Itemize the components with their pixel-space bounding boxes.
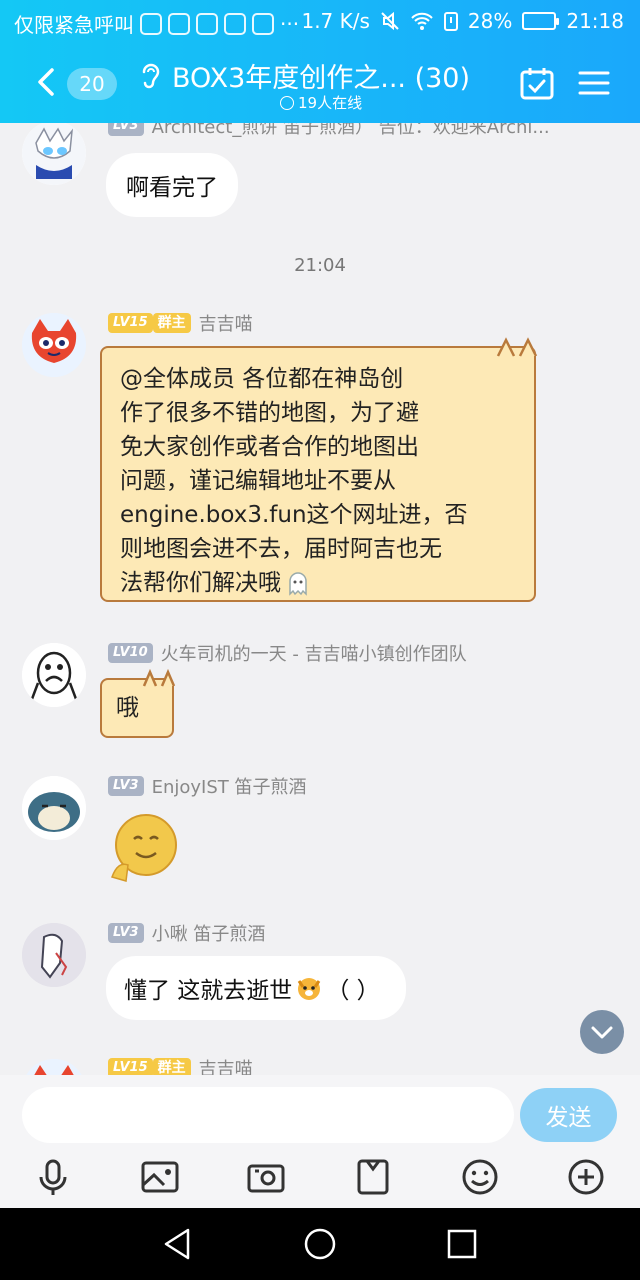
owner-badge: 群主 <box>152 1058 191 1075</box>
input-toolbar <box>0 1155 640 1208</box>
system-nav-bar <box>0 1208 640 1280</box>
send-button[interactable]: 发送 <box>520 1088 617 1142</box>
menu-icon[interactable] <box>578 70 610 96</box>
avatar[interactable] <box>22 313 86 377</box>
music-app-icon <box>196 12 218 35</box>
message-line: 作了很多不错的地图，为了避 <box>120 400 419 426</box>
message-text-suffix: （ ） <box>326 978 380 1004</box>
online-count: 19人在线 <box>298 94 363 112</box>
message-line: 法帮你们解决哦 <box>120 570 281 596</box>
sender-line: LV10 火车司机的一天 - 吉吉喵小镇创作团队 <box>108 640 467 666</box>
unread-count-badge[interactable]: 20 <box>67 68 117 100</box>
sender-line: LV15 群主 吉吉喵 <box>108 310 253 336</box>
nav-back-icon[interactable] <box>160 1226 196 1262</box>
network-speed: 1.7 K/s <box>301 9 370 33</box>
sender-name[interactable]: Architect_煎饼 笛子煎酒） 告位：欢迎来Archi... <box>152 123 550 139</box>
smiley-sticker[interactable] <box>102 807 184 889</box>
sender-line: LV15 群主 吉吉喵 <box>108 1055 253 1075</box>
back-button[interactable] <box>28 62 68 102</box>
camera-icon[interactable] <box>246 1157 286 1197</box>
store-app-icon <box>252 12 274 35</box>
sender-name[interactable]: 吉吉喵 <box>199 310 253 336</box>
battery-alert-icon <box>443 12 458 31</box>
mute-icon <box>381 11 399 31</box>
dog-emoji-icon <box>298 978 321 1000</box>
message-line: @全体成员 各位都在神岛创 <box>120 366 404 392</box>
level-badge: LV15 <box>108 1058 153 1075</box>
box-app-icon <box>224 12 246 35</box>
cat-ears-decoration <box>496 337 538 357</box>
level-badge: LV3 <box>108 923 144 943</box>
scroll-to-bottom-button[interactable] <box>580 1010 624 1062</box>
avatar[interactable] <box>22 123 86 185</box>
sender-line: LV3 小啾 笛子煎酒 <box>108 920 265 946</box>
input-bar: 发送 <box>0 1075 640 1155</box>
emoji-icon[interactable] <box>460 1157 500 1197</box>
plus-icon[interactable] <box>566 1157 606 1197</box>
sender-line: LV3 EnjoyIST 笛子煎酒 <box>108 773 307 799</box>
avatar[interactable] <box>22 643 86 707</box>
message-text: 啊看完了 <box>126 175 218 201</box>
chat-header: 20 BOX3年度创作之... (30) 19人在线 <box>0 44 640 123</box>
message-bubble[interactable]: 哦 <box>100 668 176 738</box>
sender-name[interactable]: 火车司机的一天 - 吉吉喵小镇创作团队 <box>161 640 467 666</box>
level-badge: LV15 <box>108 313 153 333</box>
timestamp: 21:04 <box>294 255 346 276</box>
message-bubble[interactable]: 啊看完了 <box>106 153 238 217</box>
avatar[interactable] <box>22 776 86 840</box>
cat-ears-decoration <box>142 668 176 687</box>
sender-line: LV3 Architect_煎饼 笛子煎酒） 告位：欢迎来Archi... <box>108 123 550 139</box>
chevron-down-icon <box>591 1026 613 1062</box>
avatar[interactable] <box>22 1059 86 1075</box>
message-line: engine.box3.fun这个网址进，否 <box>120 502 468 528</box>
message-line: 免大家创作或者合作的地图出 <box>120 434 419 460</box>
level-badge: LV3 <box>108 123 144 136</box>
owner-badge: 群主 <box>152 313 191 333</box>
online-status[interactable]: 19人在线 <box>280 92 362 113</box>
sender-name[interactable]: EnjoyIST 笛子煎酒 <box>152 773 307 799</box>
shield-app-icon <box>140 12 162 35</box>
group-title[interactable]: BOX3年度创作之... (30) <box>172 56 470 95</box>
level-badge: LV3 <box>108 776 144 796</box>
battery-icon <box>522 12 560 30</box>
nav-recents-icon[interactable] <box>444 1226 480 1262</box>
message-text: 懂了 这就去逝世 <box>124 978 293 1004</box>
level-badge: LV10 <box>108 643 153 663</box>
carrier-text: 仅限紧急呼叫 <box>14 13 134 37</box>
ghost-emoji-icon <box>289 572 307 596</box>
message-bubble[interactable]: @全体成员 各位都在神岛创 作了很多不错的地图，为了避 免大家创作或者合作的地图… <box>100 337 538 602</box>
clock: 21:18 <box>566 9 624 33</box>
top-bar: 仅限紧急呼叫 ··· 1.7 K/s 28% 21:18 20 BOX3年度创作… <box>0 0 640 123</box>
battery-percent: 28% <box>467 9 513 33</box>
message-line: 问题，谨记编辑地址不要从 <box>120 468 396 494</box>
image-icon[interactable] <box>140 1157 180 1197</box>
file-icon[interactable] <box>353 1157 393 1197</box>
more-notifications-icon: ··· <box>280 11 300 36</box>
message-text: 哦 <box>116 695 139 721</box>
app-notification-icon <box>168 12 190 35</box>
message-line: 则地图会进不去，届时阿吉也无 <box>120 536 442 562</box>
ear-icon <box>142 63 160 89</box>
microphone-icon[interactable] <box>33 1157 73 1197</box>
sender-name[interactable]: 小啾 笛子煎酒 <box>152 920 266 946</box>
chat-area[interactable]: LV3 Architect_煎饼 笛子煎酒） 告位：欢迎来Archi... 啊看… <box>0 123 640 1075</box>
wifi-icon <box>411 12 433 30</box>
sender-name[interactable]: 吉吉喵 <box>199 1055 253 1075</box>
calendar-check-icon[interactable] <box>520 66 554 100</box>
chevron-left-icon <box>38 68 54 96</box>
online-chevron-icon <box>280 95 294 110</box>
avatar[interactable] <box>22 923 86 987</box>
nav-home-icon[interactable] <box>302 1226 338 1262</box>
message-bubble[interactable]: 懂了 这就去逝世 （ ） <box>106 956 406 1020</box>
message-input[interactable] <box>22 1087 514 1143</box>
status-bar: 仅限紧急呼叫 ··· 1.7 K/s 28% 21:18 <box>0 0 640 44</box>
